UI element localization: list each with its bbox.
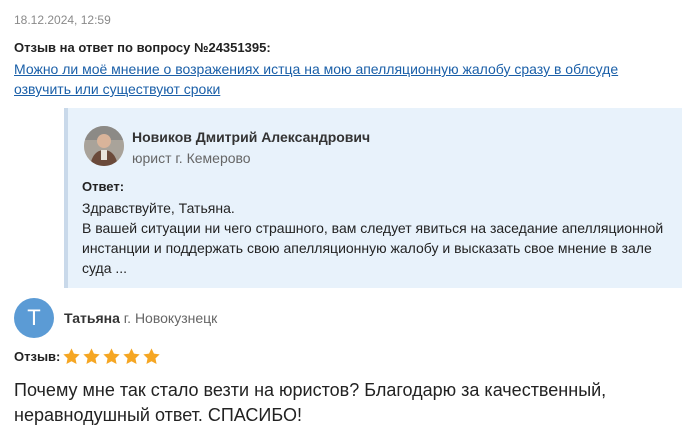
review-date: 18.12.2024, 12:59 [14,13,111,27]
star-icon [83,348,100,365]
question-link[interactable]: Можно ли моё мнение о возражениях истца … [14,59,654,99]
review-card: 18.12.2024, 12:59 Отзыв на ответ по вопр… [0,0,698,443]
answer-label: Ответ: [82,179,125,194]
user-city: г. Новокузнецк [123,310,218,326]
rating-stars [62,347,161,366]
lawyer-name[interactable]: Новиков Дмитрий Александрович [132,129,370,145]
answer-block: Новиков Дмитрий Александрович юрист г. К… [64,108,682,288]
lawyer-photo-icon [84,126,124,166]
star-icon [103,348,120,365]
star-icon [63,348,80,365]
lawyer-avatar[interactable] [84,126,124,166]
rating-label: Отзыв: [14,349,61,364]
star-icon [143,348,160,365]
user-info: Татьяна г. Новокузнецк [64,310,217,326]
lawyer-role: юрист г. Кемерово [132,150,251,166]
star-icon [123,348,140,365]
answer-body: В вашей ситуации ни чего страшного, вам … [82,220,664,276]
review-text: Почему мне так стало везти на юристов? Б… [14,380,607,425]
answer-text: Здравствуйте, Татьяна. В вашей ситуации … [82,198,672,278]
answer-greeting: Здравствуйте, Татьяна. [82,200,235,216]
review-title: Отзыв на ответ по вопросу №24351395: [14,40,271,55]
user-avatar: Т [14,298,54,338]
user-name: Татьяна [64,310,120,326]
